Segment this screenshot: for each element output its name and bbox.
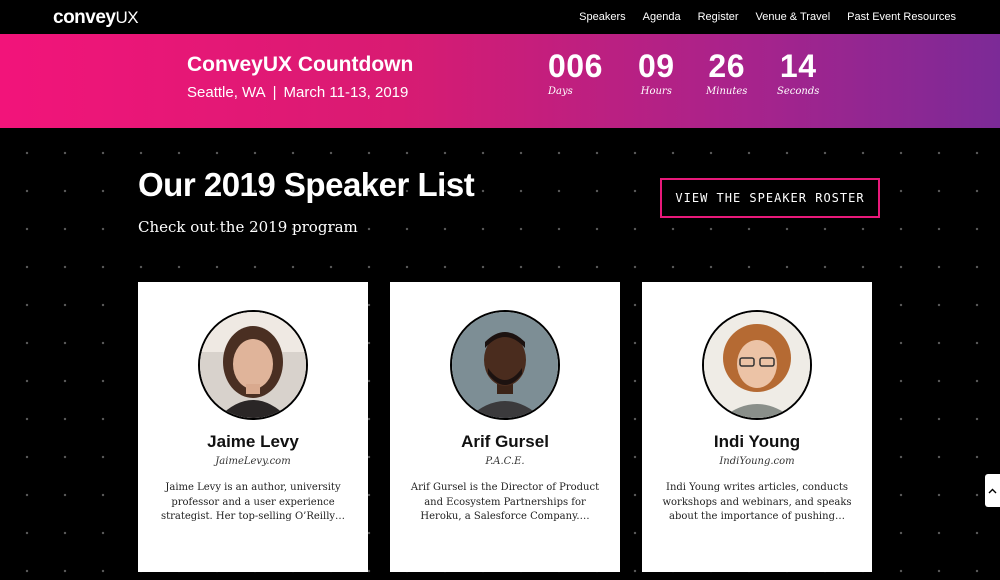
event-location-dates: Seattle, WA | March 11-13, 2019: [187, 84, 408, 101]
portrait-photo-icon: [200, 312, 306, 418]
speaker-avatar: [450, 310, 560, 420]
nav-link-agenda[interactable]: Agenda: [643, 11, 681, 23]
portrait-photo-icon: [452, 312, 558, 418]
nav-link-register[interactable]: Register: [698, 11, 739, 23]
speaker-bio: Indi Young writes articles, conducts wor…: [662, 482, 852, 522]
event-location: Seattle, WA: [187, 84, 266, 101]
nav-link-past-resources[interactable]: Past Event Resources: [847, 11, 956, 23]
speaker-org: JaimeLevy.com: [215, 456, 291, 467]
speaker-card[interactable]: Indi Young IndiYoung.com Indi Young writ…: [642, 282, 872, 572]
speaker-avatar: [198, 310, 308, 420]
countdown-value: 14: [779, 48, 817, 84]
countdown-minutes: 26 Minutes: [706, 48, 747, 97]
countdown-days: 006 Days: [548, 48, 603, 97]
speaker-name: Indi Young: [713, 432, 801, 451]
speaker-org: P.A.C.E.: [485, 456, 525, 467]
banner-title: ConveyUX Countdown: [187, 53, 414, 76]
event-dates: March 11-13, 2019: [283, 84, 409, 101]
logo-light: UX: [115, 8, 139, 27]
site-logo[interactable]: conveyUX: [53, 7, 139, 29]
countdown-label: Seconds: [777, 86, 820, 97]
countdown-value: 006: [548, 48, 603, 84]
countdown-seconds: 14 Seconds: [777, 48, 819, 97]
speaker-bio: Jaime Levy is an author, university prof…: [160, 482, 346, 522]
logo-bold: convey: [53, 7, 116, 28]
scroll-top-button[interactable]: [985, 474, 1000, 507]
main-nav: Speakers Agenda Register Venue & Travel …: [579, 11, 956, 23]
nav-link-speakers[interactable]: Speakers: [579, 11, 625, 23]
countdown-banner: ConveyUX Countdown Seattle, WA | March 11-…: [0, 34, 1000, 128]
section-subtitle: Check out the 2019 program: [138, 218, 358, 236]
speaker-name: Arif Gursel: [461, 432, 549, 451]
countdown-value: 26: [708, 48, 745, 84]
countdown-hours: 09 Hours: [638, 48, 675, 97]
countdown-value: 09: [638, 48, 675, 84]
countdown-label: Days: [548, 86, 573, 97]
speaker-org: IndiYoung.com: [719, 456, 795, 467]
top-nav-bar: conveyUX Speakers Agenda Register Venue …: [0, 0, 1000, 34]
speaker-card[interactable]: Arif Gursel P.A.C.E. Arif Gursel is the …: [390, 282, 620, 572]
speaker-avatar: [702, 310, 812, 420]
separator: |: [272, 84, 277, 101]
countdown-label: Hours: [640, 86, 672, 97]
speaker-name: Jaime Levy: [207, 432, 299, 451]
section-title: Our 2019 Speaker List: [138, 166, 475, 203]
countdown-label: Minutes: [706, 86, 748, 97]
portrait-photo-icon: [704, 312, 810, 418]
speaker-card[interactable]: Jaime Levy JaimeLevy.com Jaime Levy is a…: [138, 282, 368, 572]
nav-link-venue-travel[interactable]: Venue & Travel: [756, 11, 831, 23]
view-speaker-roster-button[interactable]: VIEW THE SPEAKER ROSTER: [660, 178, 880, 218]
speaker-bio: Arif Gursel is the Director of Product a…: [410, 482, 600, 522]
chevron-up-icon: [988, 488, 997, 493]
